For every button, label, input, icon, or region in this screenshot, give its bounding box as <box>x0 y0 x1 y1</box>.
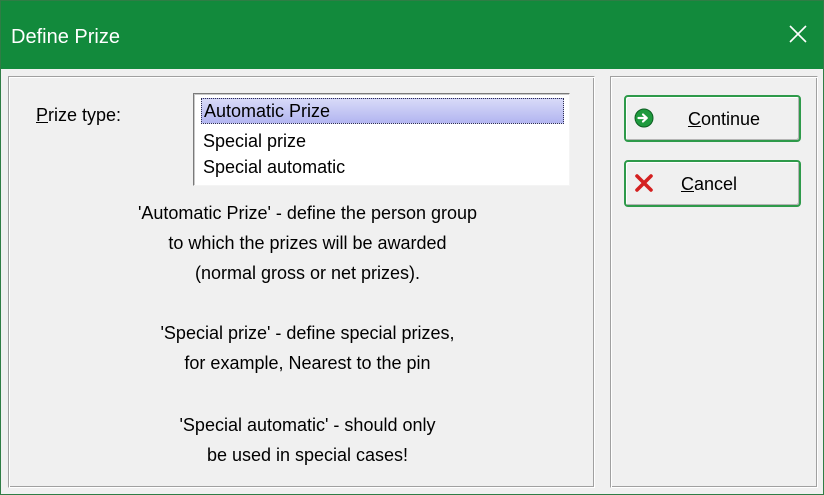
description-line: 'Automatic Prize' - define the person gr… <box>137 203 478 223</box>
description-line: 'Special automatic' - should only <box>179 415 436 435</box>
continue-label: Continue <box>688 108 760 130</box>
list-item-special-prize[interactable]: Special prize <box>201 128 306 154</box>
prize-type-listbox[interactable]: Automatic Prize Special prize Special au… <box>193 93 570 186</box>
continue-text: ontinue <box>701 109 761 129</box>
list-item-automatic-prize[interactable]: Automatic Prize <box>201 98 564 124</box>
description-line: be used in special cases! <box>206 445 409 465</box>
cancel-label: Cancel <box>681 173 737 195</box>
description-line: 'Special prize' - define special prizes, <box>160 323 455 343</box>
window-title: Define Prize <box>11 26 120 48</box>
continue-accel: C <box>688 109 701 129</box>
list-item-special-automatic[interactable]: Special automatic <box>201 154 345 180</box>
description-line: for example, Nearest to the pin <box>184 353 431 373</box>
continue-button[interactable]: Continue <box>624 95 801 142</box>
continue-arrow-icon <box>634 108 654 128</box>
cancel-accel: C <box>681 174 694 194</box>
cancel-x-icon <box>635 174 653 192</box>
prize-type-label-accel: P <box>36 105 49 125</box>
cancel-text: ancel <box>694 174 738 194</box>
close-button[interactable] <box>773 1 823 69</box>
title-bar[interactable]: Define Prize <box>1 1 823 69</box>
prize-type-label: Prize type: <box>36 104 121 126</box>
description-line: (normal gross or net prizes). <box>194 263 421 283</box>
close-icon <box>789 25 807 43</box>
description-line: to which the prizes will be awarded <box>168 233 447 253</box>
cancel-button[interactable]: Cancel <box>624 160 801 207</box>
prize-type-label-text: rize type: <box>48 105 122 125</box>
